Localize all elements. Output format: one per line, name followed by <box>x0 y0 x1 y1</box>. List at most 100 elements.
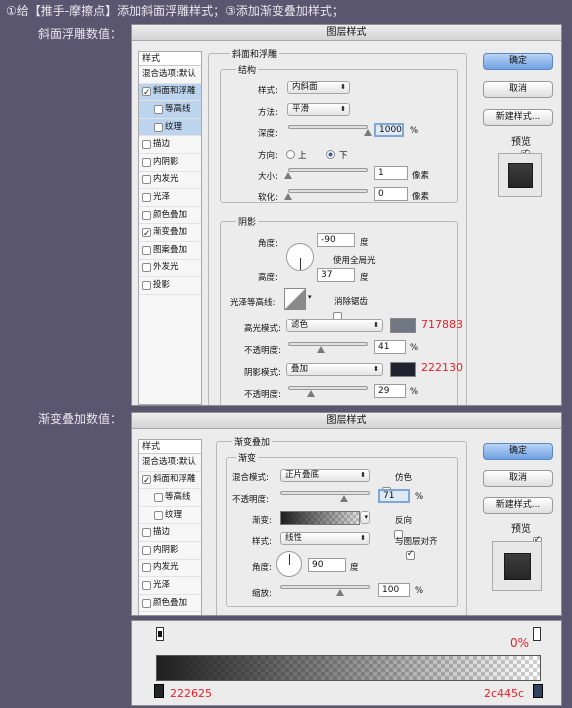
style-item-checkbox[interactable] <box>142 473 151 490</box>
style-list-item[interactable]: 斜面和浮雕 <box>139 472 201 490</box>
cancel-button[interactable]: 取消 <box>483 81 553 98</box>
style-list-item[interactable]: 斜面和浮雕 <box>139 83 201 102</box>
color-stop-right[interactable] <box>533 684 543 698</box>
shadow-opacity-slider[interactable] <box>288 386 368 390</box>
gloss-contour-picker[interactable] <box>284 288 306 310</box>
highlight-opacity-thumb[interactable] <box>316 346 325 353</box>
depth-slider[interactable] <box>288 125 368 129</box>
soften-slider-thumb[interactable] <box>284 193 292 200</box>
angle-input[interactable]: 90 <box>308 558 346 572</box>
opacity-stop-left[interactable] <box>156 627 164 641</box>
style-list-item[interactable]: 光泽 <box>139 189 201 207</box>
style-item-checkbox[interactable] <box>142 280 151 290</box>
style-item-checkbox[interactable] <box>142 226 151 243</box>
highlight-mode-label: 高光模式: <box>244 324 281 334</box>
highlight-mode-value: 滤色 <box>291 320 309 330</box>
size-input[interactable]: 1 <box>374 166 408 180</box>
style-item-checkbox[interactable] <box>142 263 151 273</box>
angle-dial[interactable] <box>286 243 314 271</box>
style-list-item[interactable]: 等高线 <box>139 101 201 119</box>
style-item-checkbox[interactable] <box>142 192 151 202</box>
gradient-bar[interactable] <box>156 655 541 681</box>
style-item-checkbox[interactable] <box>142 580 151 590</box>
style-list-item[interactable]: 外发光 <box>139 260 201 278</box>
style-item-checkbox[interactable] <box>142 85 151 102</box>
size-slider[interactable] <box>288 168 368 172</box>
style-list-item[interactable]: 投影 <box>139 277 201 295</box>
style-list-item[interactable]: 纹理 <box>139 507 201 525</box>
style-item-checkbox[interactable] <box>142 245 151 255</box>
cancel-button[interactable]: 取消 <box>483 470 553 487</box>
style-item-checkbox[interactable] <box>142 598 151 608</box>
contour-dropdown-icon[interactable]: ▾ <box>308 293 312 301</box>
method-select[interactable]: 平滑 ⬍ <box>287 103 350 116</box>
highlight-color-swatch[interactable] <box>390 318 416 333</box>
new-style-button[interactable]: 新建样式... <box>483 497 553 514</box>
style-item-checkbox[interactable] <box>142 175 151 185</box>
soften-slider[interactable] <box>288 189 368 193</box>
style-item-checkbox[interactable] <box>142 157 151 167</box>
highlight-opacity-input[interactable]: 41 <box>374 340 406 354</box>
opacity-slider-thumb[interactable] <box>339 495 348 502</box>
align-with-layer-checkbox[interactable] <box>405 549 415 560</box>
scale-slider[interactable] <box>280 585 370 589</box>
left-stop-hex-annotation: 222625 <box>170 687 212 700</box>
highlight-opacity-slider[interactable] <box>288 342 368 346</box>
style-list-item[interactable]: 描边 <box>139 136 201 154</box>
style-item-checkbox[interactable] <box>154 492 163 502</box>
depth-input[interactable]: 1000 <box>374 123 404 137</box>
direction-up-radio[interactable] <box>286 150 295 159</box>
style-item-checkbox[interactable] <box>154 104 163 114</box>
style-list-item[interactable]: 内发光 <box>139 172 201 190</box>
style-list-item[interactable]: 内阴影 <box>139 542 201 560</box>
style-list-item[interactable]: 颜色叠加 <box>139 595 201 613</box>
altitude-input[interactable]: 37 <box>317 268 355 282</box>
style-list-item[interactable]: 渐变叠加 <box>139 224 201 243</box>
new-style-button[interactable]: 新建样式... <box>483 109 553 126</box>
scale-slider-thumb[interactable] <box>336 589 345 596</box>
shadow-opacity-thumb[interactable] <box>307 390 316 397</box>
style-item-checkbox[interactable] <box>142 545 151 555</box>
gradient-dropdown[interactable]: ▾ <box>360 511 370 524</box>
gradient-style-select[interactable]: 线性 ⬍ <box>280 532 370 545</box>
style-list-item[interactable]: 内阴影 <box>139 154 201 172</box>
angle-input[interactable]: -90 <box>317 233 355 247</box>
scale-input[interactable]: 100 <box>378 583 410 597</box>
style-list-item[interactable]: 图案叠加 <box>139 242 201 260</box>
ok-button[interactable]: 确定 <box>483 443 553 460</box>
size-slider-thumb[interactable] <box>284 172 292 179</box>
shadow-color-swatch[interactable] <box>390 362 416 377</box>
ok-button[interactable]: 确定 <box>483 53 553 70</box>
opacity-slider[interactable] <box>280 491 370 495</box>
style-item-checkbox[interactable] <box>142 210 151 220</box>
style-list-item[interactable]: 颜色叠加 <box>139 207 201 225</box>
style-item-checkbox[interactable] <box>142 528 151 538</box>
select-arrows-icon: ⬍ <box>373 365 379 373</box>
style-list-item[interactable]: 混合选项:默认 <box>139 454 201 472</box>
highlight-mode-select[interactable]: 滤色 ⬍ <box>286 319 383 332</box>
style-item-checkbox[interactable] <box>154 510 163 520</box>
style-item-checkbox[interactable] <box>154 122 163 132</box>
shadow-opacity-input[interactable]: 29 <box>374 384 406 398</box>
depth-slider-thumb[interactable] <box>364 129 372 136</box>
style-list-item[interactable]: 内发光 <box>139 560 201 578</box>
style-list-item[interactable]: 光泽 <box>139 577 201 595</box>
style-item-checkbox[interactable] <box>142 563 151 573</box>
soften-input[interactable]: 0 <box>374 187 408 201</box>
style-list-item[interactable]: 等高线 <box>139 489 201 507</box>
opacity-input[interactable]: 71 <box>378 489 410 503</box>
style-list-item[interactable]: 描边 <box>139 524 201 542</box>
style-item-checkbox[interactable] <box>142 140 151 150</box>
tutorial-header: ①给【推手-摩擦点】添加斜面浮雕样式；③添加渐变叠加样式； <box>6 4 344 18</box>
bevel-style-select[interactable]: 内斜面 ⬍ <box>287 81 350 94</box>
shadow-mode-select[interactable]: 叠加 ⬍ <box>286 363 383 376</box>
angle-dial[interactable] <box>276 551 302 577</box>
style-list-item[interactable]: 混合选项:默认 <box>139 66 201 84</box>
direction-down-radio[interactable] <box>326 150 335 159</box>
styles-list: 样式 混合选项:默认斜面和浮雕等高线纹理描边内阴影内发光光泽颜色叠加渐变叠加图案… <box>138 51 202 405</box>
color-stop-left[interactable] <box>154 684 164 698</box>
blend-mode-select[interactable]: 正片叠底 ⬍ <box>280 469 370 482</box>
style-list-item[interactable]: 纹理 <box>139 118 201 137</box>
gradient-preview[interactable] <box>280 511 360 525</box>
opacity-stop-right[interactable] <box>533 627 541 641</box>
